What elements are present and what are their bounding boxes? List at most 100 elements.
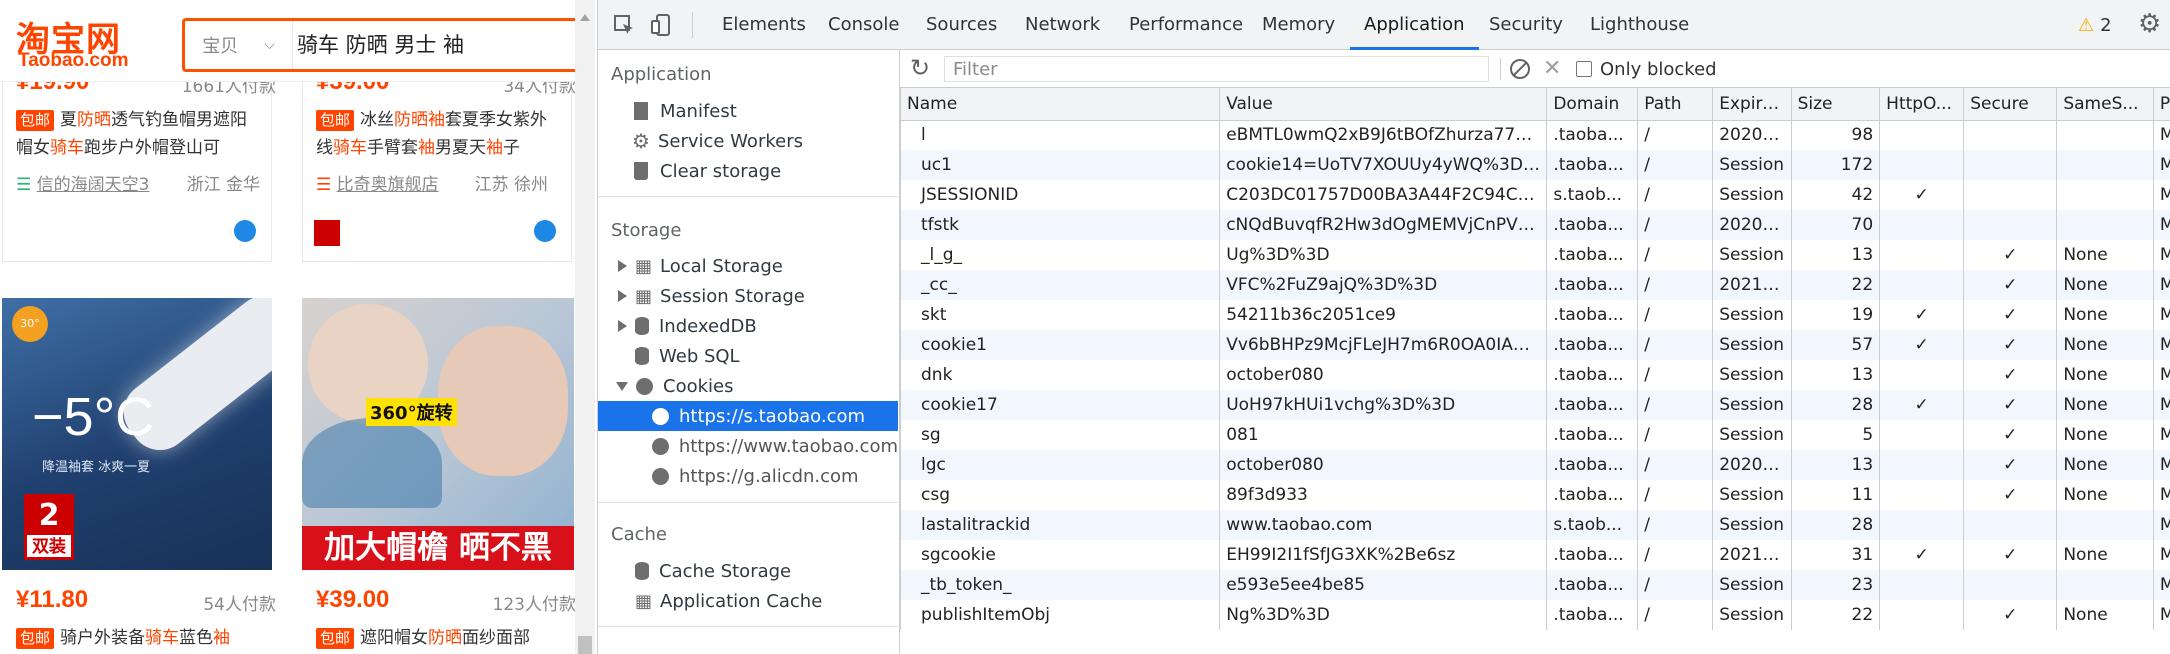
sidebar-item-cookies[interactable]: Cookies (598, 371, 898, 401)
cell-path: / (1637, 150, 1714, 180)
search-input[interactable]: 骑车 防晒 男士 袖 (297, 21, 464, 69)
cell-domain: .taoba... (1546, 480, 1639, 510)
tab-sources[interactable]: Sources (924, 0, 999, 50)
table-row[interactable]: csg89f3d933.taoba.../Session11 ✓NoneM (899, 480, 2170, 510)
cell-value: C203DC01757D00BA3A44F2C94CFC531D (1219, 180, 1548, 210)
tab-console[interactable]: Console (826, 0, 901, 50)
shop-name[interactable]: 比奇奥旗舰店 (337, 175, 439, 195)
scrollbar-up-arrow-icon[interactable] (580, 14, 590, 21)
title-highlight: 骑车 (145, 628, 180, 648)
table-row[interactable]: _l_g_Ug%3D%3D.taoba.../Session13 ✓NoneM (899, 240, 2170, 270)
only-blocked-label: Only blocked (1600, 58, 1717, 80)
free-shipping-tag: 包邮 (316, 110, 355, 131)
product-image-1[interactable]: 30° −5°C 降温袖套 冰爽一夏 2 双装 (2, 298, 272, 570)
product-title[interactable]: 包邮 冰丝防晒袖套夏季女紫外线骑车手臂套袖男夏天袖子 (316, 106, 560, 162)
sidebar-item-local-storage[interactable]: ▦ Local Storage (598, 251, 898, 281)
table-row[interactable]: lgcoctober080.taoba.../2020-...13 ✓NoneM (899, 450, 2170, 480)
scrollbar-thumb[interactable] (578, 636, 592, 654)
product-card-3[interactable]: ¥11.80 54人付款 包邮 骑户外装备骑车蓝色袖 (16, 586, 288, 652)
column-header-domain[interactable]: Domain (1546, 88, 1639, 121)
column-header-httponly[interactable]: HttpO... (1879, 88, 1965, 121)
column-header-priority[interactable]: P (2152, 88, 2170, 121)
product-title[interactable]: 包邮 夏防晒透气钓鱼帽男遮阳帽女骑车跑步户外帽登山可 (16, 106, 256, 162)
table-row[interactable]: dnkoctober080.taoba.../Session13 ✓NoneM (899, 360, 2170, 390)
expand-arrow-icon[interactable] (618, 290, 627, 302)
sidebar-item-clear-storage[interactable]: Clear storage (598, 156, 898, 186)
product-card-4[interactable]: ¥39.00 123人付款 包邮 遮阳帽女防晒面纱面部 (316, 586, 575, 652)
only-blocked-toggle[interactable]: Only blocked (1576, 50, 1717, 88)
cell-samesite (2056, 510, 2154, 540)
column-header-samesite[interactable]: SameS... (2056, 88, 2154, 121)
cell-httponly (1879, 570, 1965, 600)
cell-value: eBMTL0wmQ2xB9J6tBOfZhurza77OsIRY6uPza... (1219, 120, 1548, 150)
sidebar-cookie-domain-s-taobao[interactable]: https://s.taobao.com (598, 401, 898, 431)
tab-elements[interactable]: Elements (720, 0, 808, 50)
cell-path: / (1637, 360, 1714, 390)
sidebar-cookie-domain-g-alicdn[interactable]: https://g.alicdn.com (598, 461, 898, 491)
expand-arrow-icon[interactable] (618, 320, 627, 332)
search-category-select[interactable]: 宝贝 ⌵ (185, 21, 293, 69)
tab-network[interactable]: Network (1023, 0, 1102, 50)
table-row[interactable]: tfstkcNQdBuvqfR2Hw3dOgMEMVjCnPV5daKhkUk9… (899, 210, 2170, 240)
product-title[interactable]: 包邮 骑户外装备骑车蓝色袖 (16, 624, 288, 652)
sidebar-item-session-storage[interactable]: ▦ Session Storage (598, 281, 898, 311)
column-header-expires[interactable]: Expire... (1712, 88, 1792, 121)
sidebar-item-cache-storage[interactable]: Cache Storage (598, 556, 898, 586)
table-row[interactable]: JSESSIONIDC203DC01757D00BA3A44F2C94CFC53… (899, 180, 2170, 210)
sidebar-item-manifest[interactable]: Manifest (598, 96, 898, 126)
product-image-2[interactable]: 360°旋转 加大帽檐 晒不黑 (302, 298, 574, 570)
table-row[interactable]: _cc_ VFC%2FuZ9ajQ%3D%3D .taoba.../2021-...… (899, 270, 2170, 300)
table-row[interactable]: publishItemObj Ng%3D%3D .taoba... / Session 2… (899, 600, 2170, 630)
warnings-indicator[interactable]: ⚠ 2 (2078, 0, 2112, 50)
table-row[interactable]: _tb_token_ e593e5ee4be85 .taoba... / Session… (899, 570, 2170, 600)
page-scrollbar-track[interactable] (575, 0, 595, 654)
column-header-secure[interactable]: Secure (1963, 88, 2058, 121)
gear-icon[interactable]: ⚙ (2138, 8, 2161, 40)
table-row[interactable]: cookie1Vv6bBHPz9McjFLeJH7m6R0OA0IA%2FGUZ… (899, 330, 2170, 360)
clear-all-icon[interactable] (1510, 59, 1530, 79)
product-card-2[interactable]: ¥39.00 34人付款 包邮冰丝防晒袖套夏季女紫外线骑车手臂套袖男夏天袖子 ☰… (314, 68, 575, 246)
tab-performance[interactable]: Performance (1127, 0, 1245, 50)
table-row[interactable]: leBMTL0wmQ2xB9J6tBOfZhurza77OsIRY6uPza..… (899, 120, 2170, 150)
table-row[interactable]: cookie17 UoH97kHUi1vchg%3D%3D .taoba... / Se… (899, 390, 2170, 420)
table-row[interactable]: lastalitrackid www.taobao.com s.taob... / Se… (899, 510, 2170, 540)
column-header-value[interactable]: Value (1219, 88, 1548, 121)
product-title[interactable]: 包邮 遮阳帽女防晒面纱面部 (316, 624, 575, 652)
sidebar-item-application-cache[interactable]: ▦ Application Cache (598, 586, 898, 616)
shop-name[interactable]: 信的海阔天空3 (37, 175, 150, 195)
tab-security[interactable]: Security (1487, 0, 1565, 50)
sidebar-item-indexeddb[interactable]: IndexedDB (598, 311, 898, 341)
cell-httponly (1879, 450, 1965, 480)
sidebar-item-service-workers[interactable]: ⚙ Service Workers (598, 126, 898, 156)
title-highlight: 防晒袖 (394, 110, 446, 130)
only-blocked-checkbox[interactable] (1576, 61, 1592, 77)
column-header-path[interactable]: Path (1637, 88, 1714, 121)
device-toolbar-icon[interactable] (650, 13, 674, 37)
sidebar-item-web-sql[interactable]: Web SQL (598, 341, 898, 371)
promo-badge: 2 双装 (24, 494, 74, 560)
refresh-icon[interactable]: ↻ (910, 52, 930, 84)
product-card-1[interactable]: ¥19.90 1661人付款 包邮夏防晒透气钓鱼帽男遮阳帽女骑车跑步户外帽登山可… (16, 68, 288, 242)
table-row[interactable]: skt 54211b36c2051ce9 .taoba... / Session 19 ✓ ✓… (899, 300, 2170, 330)
column-header-name[interactable]: Name (899, 88, 1221, 121)
cell-httponly (1879, 270, 1965, 300)
shop-logo-icon[interactable] (314, 220, 340, 246)
tab-memory[interactable]: Memory (1260, 0, 1337, 50)
column-header-size[interactable]: Size (1790, 88, 1881, 121)
cell-secure: ✓ (1963, 480, 2058, 510)
wangwang-icon[interactable] (534, 220, 556, 242)
inspect-element-icon[interactable] (612, 13, 636, 37)
tab-lighthouse[interactable]: Lighthouse (1588, 0, 1691, 50)
taobao-logo-en[interactable]: Taobao.com (18, 50, 129, 72)
sidebar-cookie-domain-www-taobao[interactable]: https://www.taobao.com (598, 431, 898, 461)
collapse-arrow-icon[interactable] (616, 381, 628, 391)
wangwang-icon[interactable] (234, 220, 256, 242)
filter-input[interactable] (944, 56, 1489, 82)
delete-selected-icon[interactable]: ✕ (1543, 54, 1561, 84)
tab-application[interactable]: Application (1350, 0, 1479, 50)
table-row[interactable]: sgcookie EH99I2I1fSfJG3XK%2Be6sz .taoba...… (899, 540, 2170, 570)
expand-arrow-icon[interactable] (618, 260, 627, 272)
table-row[interactable]: sg081.taoba.../Session5 ✓NoneM (899, 420, 2170, 450)
table-row[interactable]: uc1cookie14=UoTV7XOUUy4yWQ%3D%3D&cook...… (899, 150, 2170, 180)
cell-expires: Session (1712, 570, 1792, 600)
